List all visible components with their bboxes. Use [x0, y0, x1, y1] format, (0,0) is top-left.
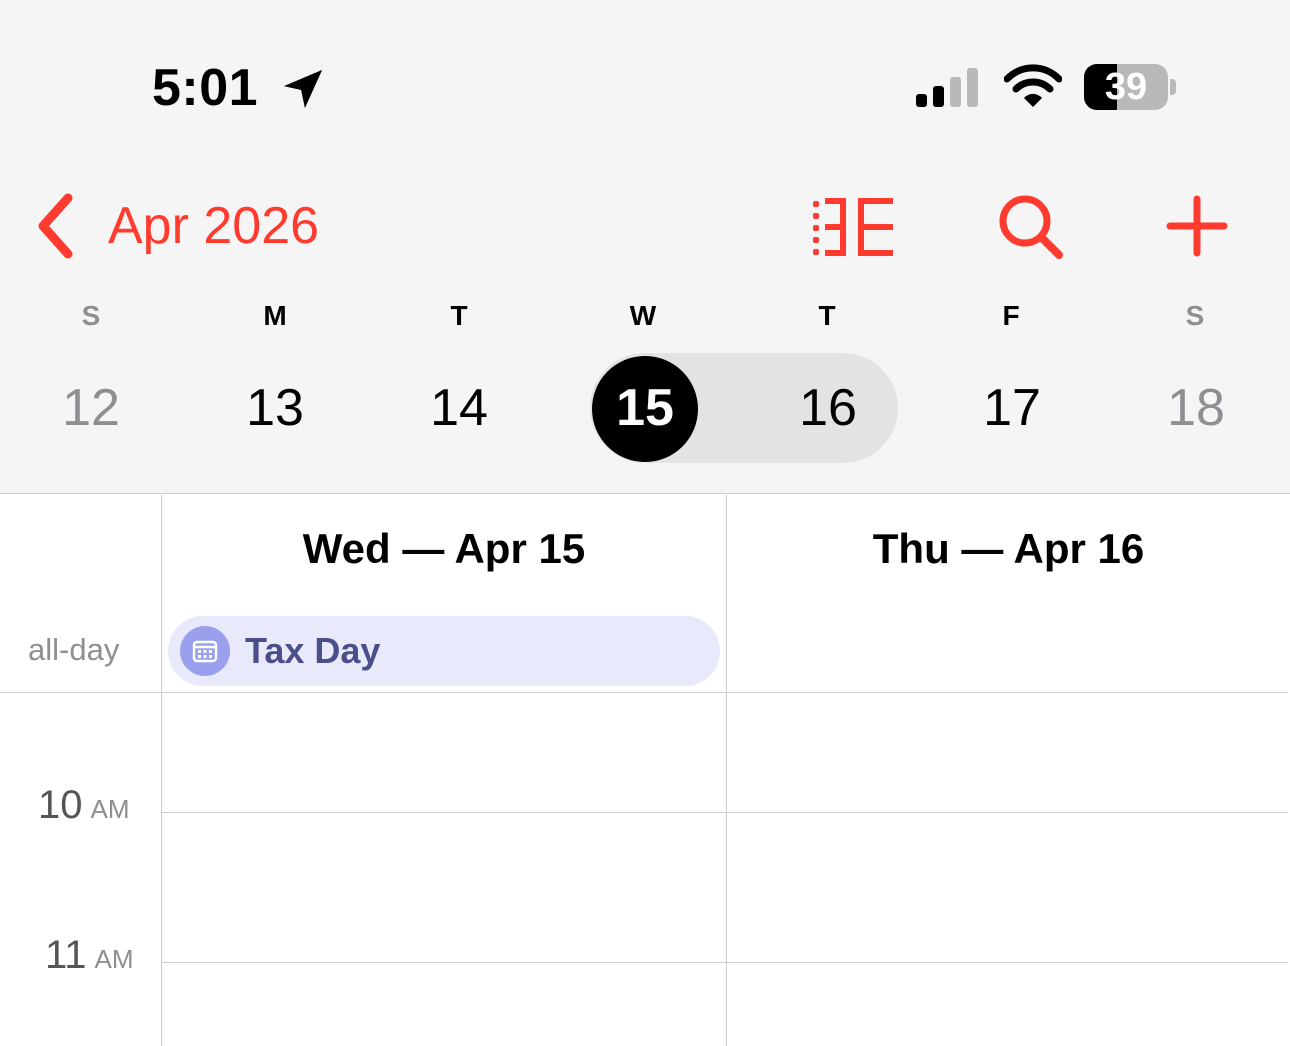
- hour-suffix: AM: [90, 794, 130, 824]
- date-12[interactable]: 12: [36, 360, 146, 456]
- calendar-icon: [180, 626, 230, 676]
- battery-cap: [1170, 79, 1176, 95]
- event-title: Tax Day: [245, 630, 381, 671]
- day-column-header-thu[interactable]: Thu — Apr 16: [727, 525, 1290, 573]
- location-arrow-icon: [283, 69, 323, 109]
- time-column-divider: [161, 495, 162, 1046]
- all-day-event[interactable]: Tax Day: [168, 616, 720, 686]
- hour-number: 11: [45, 933, 87, 977]
- weekday-thu: T: [818, 300, 836, 331]
- search-button[interactable]: [986, 186, 1076, 266]
- weekday-mon: M: [263, 300, 287, 331]
- battery-indicator: 39: [1084, 64, 1168, 110]
- day-column-header-wed[interactable]: Wed — Apr 15: [162, 525, 726, 573]
- weekday-fri: F: [1002, 300, 1020, 331]
- date-16[interactable]: 16: [773, 360, 883, 456]
- chevron-left-icon: [38, 193, 73, 259]
- weekday-wed: W: [629, 300, 657, 331]
- view-toggle-icon: [813, 198, 893, 256]
- date-17[interactable]: 17: [957, 360, 1067, 456]
- search-icon: [999, 195, 1063, 259]
- hour-label-10: 10 AM: [38, 783, 130, 828]
- all-day-divider: [0, 692, 1288, 693]
- battery-percent: 39: [1104, 66, 1148, 108]
- hour-line-10: [162, 812, 1288, 813]
- wifi-icon: [1004, 64, 1062, 107]
- day-column-divider: [726, 495, 727, 1046]
- hour-suffix: AM: [94, 944, 134, 974]
- back-to-month-button[interactable]: Apr 2026: [30, 188, 319, 264]
- add-event-button[interactable]: [1150, 186, 1240, 266]
- weekday-sun: S: [81, 300, 101, 331]
- hour-number: 10: [38, 783, 83, 827]
- weekday-sat: S: [1185, 300, 1205, 331]
- date-18[interactable]: 18: [1141, 360, 1251, 456]
- calendar-header: 5:01 39 Apr 2026 S M T W T F S 12 13 14 …: [0, 0, 1290, 494]
- cellular-signal-icon: [916, 68, 978, 107]
- hour-line-11: [162, 962, 1288, 963]
- view-toggle-button[interactable]: [808, 186, 898, 266]
- month-title: Apr 2026: [108, 197, 320, 255]
- date-15[interactable]: 15: [590, 360, 700, 456]
- weekday-tue: T: [450, 300, 468, 331]
- date-13[interactable]: 13: [220, 360, 330, 456]
- plus-icon: [1166, 195, 1228, 257]
- status-time: 5:01: [152, 59, 259, 117]
- date-14[interactable]: 14: [404, 360, 514, 456]
- hour-label-11: 11 AM: [45, 933, 134, 978]
- all-day-label: all-day: [28, 632, 120, 667]
